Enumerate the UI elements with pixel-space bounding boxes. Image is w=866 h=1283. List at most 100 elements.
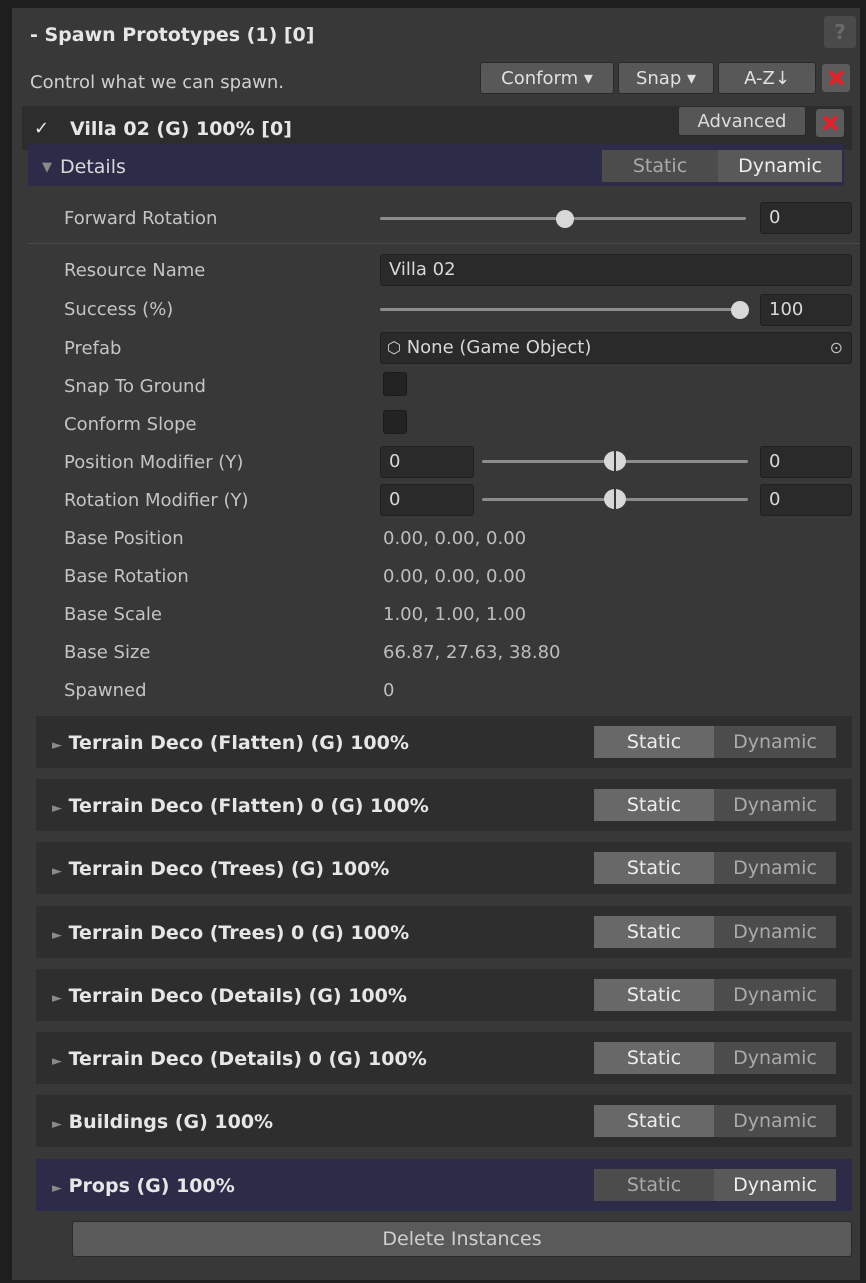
forward-rotation-slider-knob[interactable]: [556, 210, 574, 228]
spawner-item-title: ► Terrain Deco (Details) (G) 100%: [52, 985, 407, 1007]
static-option[interactable]: Static: [594, 1169, 714, 1201]
sort-az-button[interactable]: A-Z↓: [718, 62, 816, 94]
conform-slope-checkbox[interactable]: [383, 410, 407, 434]
base-size-value: 66.87, 27.63, 38.80: [383, 642, 561, 663]
position-modifier-range-handle[interactable]: [604, 451, 626, 471]
static-dynamic-toggle: Static Dynamic: [594, 916, 836, 948]
dynamic-option[interactable]: Dynamic: [714, 726, 836, 758]
snap-dropdown[interactable]: Snap ▾: [618, 62, 714, 94]
list-item[interactable]: ► Buildings (G) 100% Static Dynamic: [36, 1095, 852, 1147]
panel-title[interactable]: - Spawn Prototypes (1) [0]: [30, 24, 314, 46]
success-slider-knob[interactable]: [731, 301, 749, 319]
static-option[interactable]: Static: [594, 852, 714, 884]
forward-rotation-field[interactable]: 0: [760, 202, 852, 234]
foldout-collapsed-icon[interactable]: ►: [52, 801, 62, 816]
forward-rotation-label: Forward Rotation: [64, 208, 218, 229]
dynamic-option[interactable]: Dynamic: [714, 1169, 836, 1201]
dynamic-option[interactable]: Dynamic: [714, 852, 836, 884]
list-item[interactable]: ► Props (G) 100% Static Dynamic: [36, 1159, 852, 1211]
list-item[interactable]: ► Terrain Deco (Trees) (G) 100% Static Dy…: [36, 842, 852, 894]
dynamic-option[interactable]: Dynamic: [714, 916, 836, 948]
list-item[interactable]: ► Terrain Deco (Trees) 0 (G) 100% Static…: [36, 906, 852, 958]
base-position-value: 0.00, 0.00, 0.00: [383, 528, 527, 549]
base-rotation-value: 0.00, 0.00, 0.00: [383, 566, 527, 587]
foldout-expanded-icon[interactable]: ▼: [42, 160, 52, 175]
dynamic-option[interactable]: Dynamic: [714, 1105, 836, 1137]
resource-name-field[interactable]: Villa 02: [380, 254, 852, 286]
details-divider: [28, 243, 860, 244]
rotation-modifier-range-handle[interactable]: [604, 489, 626, 509]
prefab-object-field[interactable]: ⬡ None (Game Object) ⊙: [380, 332, 852, 364]
base-scale-label: Base Scale: [64, 604, 162, 625]
spawner-item-title: ► Buildings (G) 100%: [52, 1111, 274, 1133]
list-item[interactable]: ► Terrain Deco (Flatten) (G) 100% Static…: [36, 716, 852, 768]
position-modifier-min-field[interactable]: 0: [380, 446, 474, 478]
spawner-item-title: ► Terrain Deco (Details) 0 (G) 100%: [52, 1048, 427, 1070]
foldout-collapsed-icon[interactable]: ►: [52, 864, 62, 879]
prototype-title[interactable]: Villa 02 (G) 100% [0]: [70, 118, 292, 140]
static-dynamic-toggle: Static Dynamic: [594, 789, 836, 821]
snap-to-ground-checkbox[interactable]: [383, 372, 407, 396]
foldout-collapsed-icon[interactable]: ►: [52, 1117, 62, 1132]
details-title: Details: [60, 156, 126, 178]
static-option[interactable]: Static: [594, 1042, 714, 1074]
position-modifier-max-field[interactable]: 0: [760, 446, 852, 478]
static-option[interactable]: Static: [594, 726, 714, 758]
base-position-label: Base Position: [64, 528, 184, 549]
spawner-item-title: ► Terrain Deco (Flatten) (G) 100%: [52, 732, 409, 754]
help-icon[interactable]: ?: [824, 16, 856, 48]
remove-prototype-close-icon[interactable]: [816, 109, 844, 137]
spawner-item-title: ► Terrain Deco (Flatten) 0 (G) 100%: [52, 795, 429, 817]
list-item[interactable]: ► Terrain Deco (Flatten) 0 (G) 100% Stat…: [36, 779, 852, 831]
spawned-label: Spawned: [64, 680, 147, 701]
foldout-collapsed-icon[interactable]: ►: [52, 928, 62, 943]
foldout-collapsed-icon[interactable]: ►: [52, 1054, 62, 1069]
static-option[interactable]: Static: [594, 789, 714, 821]
static-dynamic-toggle: Static Dynamic: [594, 1105, 836, 1137]
static-dynamic-toggle: Static Dynamic: [594, 979, 836, 1011]
static-dynamic-toggle: Static Dynamic: [594, 852, 836, 884]
list-item[interactable]: ► Terrain Deco (Details) (G) 100% Static…: [36, 969, 852, 1021]
static-dynamic-toggle: Static Dynamic: [594, 726, 836, 758]
resource-name-label: Resource Name: [64, 260, 206, 281]
remove-all-close-icon[interactable]: [822, 64, 850, 92]
prefab-label: Prefab: [64, 338, 122, 359]
foldout-collapsed-icon[interactable]: ►: [52, 738, 62, 753]
static-option[interactable]: Static: [594, 1105, 714, 1137]
details-static-dynamic-toggle: Static Dynamic: [602, 150, 842, 182]
success-slider[interactable]: [380, 308, 746, 311]
snap-to-ground-label: Snap To Ground: [64, 376, 206, 397]
static-dynamic-toggle: Static Dynamic: [594, 1169, 836, 1201]
prefab-value: None (Game Object): [406, 337, 592, 358]
object-picker-icon[interactable]: ⊙: [830, 333, 843, 363]
spawn-prototypes-panel: - Spawn Prototypes (1) [0] ? Control wha…: [12, 8, 860, 1280]
dynamic-option[interactable]: Dynamic: [714, 1042, 836, 1074]
details-dynamic-option[interactable]: Dynamic: [718, 150, 842, 182]
spawner-item-title: ► Terrain Deco (Trees) 0 (G) 100%: [52, 922, 410, 944]
foldout-collapsed-icon[interactable]: ►: [52, 1181, 62, 1196]
rotation-modifier-label: Rotation Modifier (Y): [64, 490, 249, 511]
spawner-item-title: ► Terrain Deco (Trees) (G) 100%: [52, 858, 390, 880]
rotation-modifier-min-field[interactable]: 0: [380, 484, 474, 516]
foldout-collapsed-icon[interactable]: ►: [52, 991, 62, 1006]
enabled-checkbox-check-icon[interactable]: ✓: [34, 120, 52, 138]
spawner-item-title: ► Props (G) 100%: [52, 1175, 235, 1197]
advanced-button[interactable]: Advanced: [678, 106, 806, 136]
position-modifier-label: Position Modifier (Y): [64, 452, 244, 473]
success-field[interactable]: 100: [760, 294, 852, 326]
conform-dropdown[interactable]: Conform ▾: [480, 62, 614, 94]
list-item[interactable]: ► Terrain Deco (Details) 0 (G) 100% Stat…: [36, 1032, 852, 1084]
details-static-option[interactable]: Static: [602, 150, 718, 182]
static-option[interactable]: Static: [594, 979, 714, 1011]
rotation-modifier-max-field[interactable]: 0: [760, 484, 852, 516]
base-rotation-label: Base Rotation: [64, 566, 189, 587]
base-scale-value: 1.00, 1.00, 1.00: [383, 604, 527, 625]
dynamic-option[interactable]: Dynamic: [714, 789, 836, 821]
static-option[interactable]: Static: [594, 916, 714, 948]
conform-slope-label: Conform Slope: [64, 414, 197, 435]
panel-subtitle: Control what we can spawn.: [30, 72, 284, 93]
dynamic-option[interactable]: Dynamic: [714, 979, 836, 1011]
success-label: Success (%): [64, 299, 174, 320]
delete-instances-button[interactable]: Delete Instances: [72, 1221, 852, 1257]
spawned-value: 0: [383, 680, 395, 701]
